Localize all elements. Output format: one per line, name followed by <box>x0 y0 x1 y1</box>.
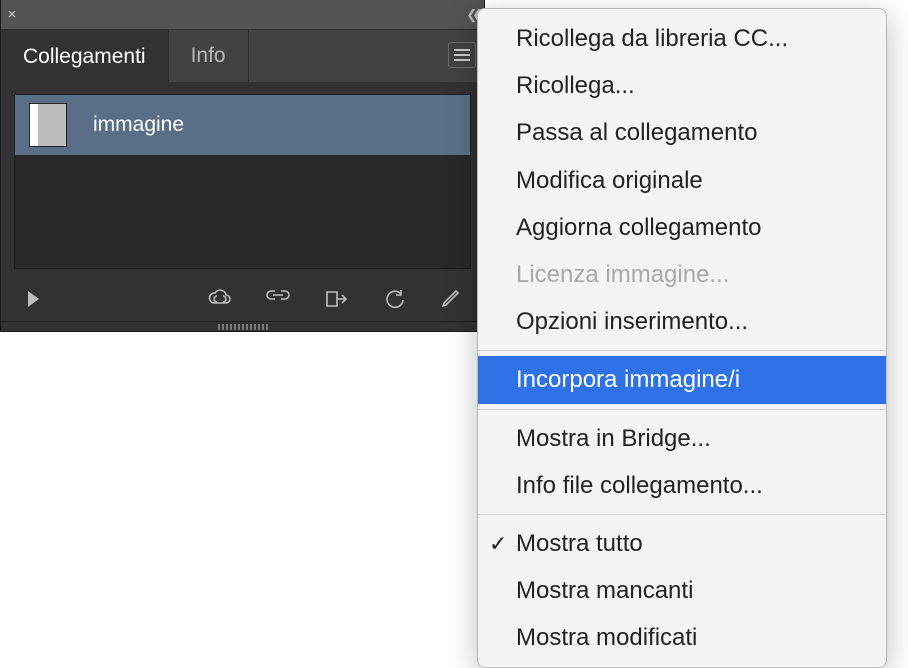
panel-footer <box>1 277 484 321</box>
panel-tabs: Collegamenti Info <box>1 30 484 82</box>
menu-item-label: Aggiorna collegamento <box>516 214 762 241</box>
menu-item-label: Mostra tutto <box>516 530 643 557</box>
menu-item-relink[interactable]: Ricollega... <box>478 62 886 109</box>
refresh-icon[interactable] <box>380 287 408 311</box>
menu-item-label: Info file collegamento... <box>516 472 763 499</box>
link-icon[interactable] <box>264 287 292 311</box>
menu-item-label: Mostra modificati <box>516 624 697 651</box>
flyout-menu-button[interactable] <box>448 42 476 68</box>
resize-grip[interactable] <box>1 321 484 331</box>
list-item[interactable]: immagine <box>15 95 470 155</box>
panel-header: × ❮❮ <box>1 0 484 30</box>
tab-info[interactable]: Info <box>169 30 249 82</box>
menu-item-label: Mostra mancanti <box>516 577 693 604</box>
menu-item-link-file-info[interactable]: Info file collegamento... <box>478 462 886 509</box>
check-icon: ✓ <box>489 527 507 561</box>
menu-item-license-image: Licenza immagine... <box>478 251 886 298</box>
menu-item-label: Ricollega da libreria CC... <box>516 25 788 52</box>
menu-item-show-modified[interactable]: Mostra modificati <box>478 614 886 661</box>
close-icon[interactable]: × <box>1 0 23 30</box>
panel-body: immagine <box>1 82 484 277</box>
menu-item-show-bridge[interactable]: Mostra in Bridge... <box>478 415 886 462</box>
cloud-link-icon[interactable] <box>206 287 234 311</box>
menu-item-label: Opzioni inserimento... <box>516 308 748 335</box>
menu-separator <box>478 409 886 410</box>
links-list: immagine <box>14 94 471 269</box>
menu-separator <box>478 350 886 351</box>
menu-item-show-all[interactable]: ✓ Mostra tutto <box>478 520 886 567</box>
expand-icon[interactable] <box>19 287 47 311</box>
tab-links[interactable]: Collegamenti <box>1 30 169 82</box>
menu-item-label: Licenza immagine... <box>516 261 729 288</box>
menu-item-label: Incorpora immagine/i <box>516 366 740 393</box>
menu-item-embed-image[interactable]: Incorpora immagine/i <box>478 356 886 403</box>
menu-item-edit-original[interactable]: Modifica originale <box>478 157 886 204</box>
menu-item-placement-options[interactable]: Opzioni inserimento... <box>478 298 886 345</box>
tab-label: Collegamenti <box>23 45 146 69</box>
menu-item-relink-cc[interactable]: Ricollega da libreria CC... <box>478 15 886 62</box>
links-panel: × ❮❮ Collegamenti Info immagine <box>0 0 485 332</box>
menu-item-label: Mostra in Bridge... <box>516 425 711 452</box>
tab-label: Info <box>191 44 226 68</box>
menu-separator <box>478 514 886 515</box>
context-menu: Ricollega da libreria CC... Ricollega...… <box>477 8 887 668</box>
thumbnail-icon <box>29 103 67 147</box>
menu-item-update-link[interactable]: Aggiorna collegamento <box>478 204 886 251</box>
menu-item-label: Ricollega... <box>516 72 635 99</box>
menu-item-goto-link[interactable]: Passa al collegamento <box>478 109 886 156</box>
link-item-label: immagine <box>93 113 184 137</box>
menu-item-show-missing[interactable]: Mostra mancanti <box>478 567 886 614</box>
edit-icon[interactable] <box>438 287 466 311</box>
menu-item-label: Passa al collegamento <box>516 119 757 146</box>
menu-item-label: Modifica originale <box>516 167 703 194</box>
goto-icon[interactable] <box>322 287 350 311</box>
